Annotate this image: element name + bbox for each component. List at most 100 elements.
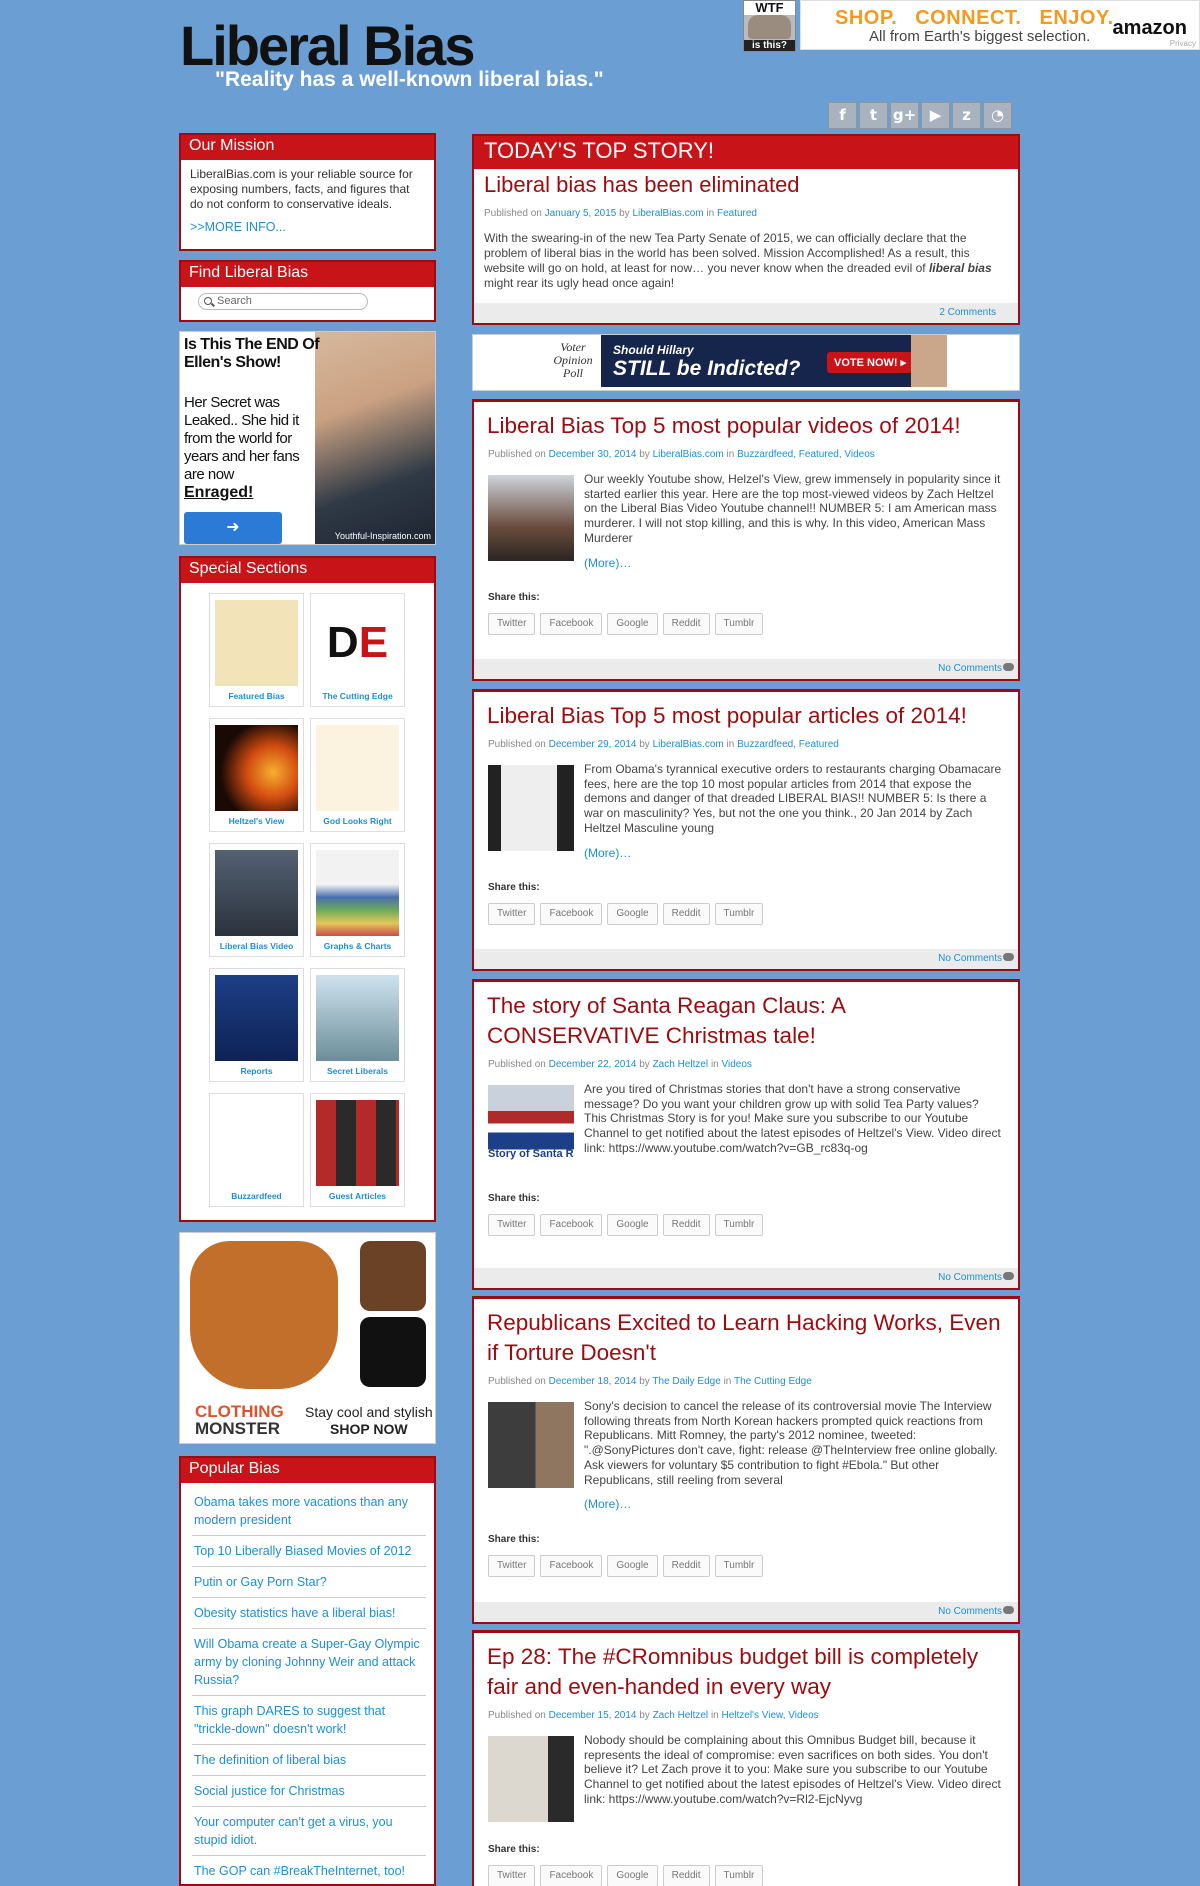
comments-link[interactable]: No Comments (474, 1268, 1018, 1288)
share-label: Share this: (488, 1193, 540, 1204)
section-tile[interactable]: Buzzardfeed (209, 1093, 304, 1207)
youtube-icon[interactable]: ▶ (921, 102, 950, 129)
google-share-button[interactable]: Google (607, 903, 658, 926)
tumblr-share-button[interactable]: Tumblr (714, 1554, 764, 1577)
clothing-ad[interactable]: CLOTHING MONSTER Stay cool and stylish SHO… (179, 1232, 436, 1444)
twitter-share-button[interactable]: Twitter (488, 903, 536, 926)
facebook-share-button[interactable]: Facebook (540, 903, 603, 926)
post-title[interactable]: Liberal Bias Top 5 most popular videos o… (474, 402, 1018, 441)
facebook-share-button[interactable]: Facebook (540, 1214, 603, 1236)
reddit-share-button[interactable]: Reddit (662, 1865, 710, 1886)
post: The story of Santa Reagan Claus: A CONSE… (472, 979, 1020, 1290)
post-thumbnail[interactable] (488, 765, 574, 851)
post-thumbnail[interactable]: Story of Santa R. C (488, 1085, 574, 1171)
amazon-ad[interactable]: SHOP. CONNECT. ENJOY. All from Earth's b… (800, 0, 1200, 50)
google-plus-icon[interactable]: g+ (890, 102, 919, 129)
popular-item: The definition of liberal bias (192, 1745, 426, 1776)
post-text: Sony's decision to cancel the release of… (584, 1399, 998, 1487)
section-tile[interactable]: Liberal Bias Video (209, 843, 304, 957)
more-link[interactable]: (More)… (584, 1497, 1004, 1512)
section-tile[interactable]: Featured Bias (209, 593, 304, 707)
tumblr-share-button[interactable]: Tumblr (714, 1214, 764, 1236)
tumblr-share-button[interactable]: Tumblr (714, 903, 764, 926)
twitter-share-button[interactable]: Twitter (488, 613, 536, 636)
popular-item: Obama takes more vacations than any mode… (192, 1487, 426, 1536)
google-share-button[interactable]: Google (607, 613, 658, 636)
reddit-share-button[interactable]: Reddit (662, 1214, 710, 1236)
guest-articles-image (316, 1100, 399, 1186)
tumblr-share-button[interactable]: Tumblr (714, 1865, 764, 1886)
post-title[interactable]: Liberal bias has been eliminated (474, 169, 1018, 198)
mission-text: LiberalBias.com is your reliable source … (190, 167, 413, 211)
google-share-button[interactable]: Google (607, 1214, 658, 1236)
chart-image (316, 850, 399, 936)
widget-heading: Popular Bias (181, 1458, 434, 1483)
section-tile[interactable]: Reports (209, 968, 304, 1082)
arrow-right-icon[interactable]: ➜ (184, 512, 282, 544)
section-tile[interactable]: Secret Liberals (310, 968, 405, 1082)
hillary-poll-ad[interactable]: Voter Opinion Poll Should Hillary STILL … (472, 334, 1020, 391)
popular-widget: Popular Bias Obama takes more vacations … (179, 1456, 436, 1886)
rss-icon[interactable]: ◔ (983, 102, 1012, 129)
ad-body: Her Secret was Leaked.. She hid it from … (184, 394, 300, 483)
facebook-icon[interactable]: f (828, 102, 857, 129)
more-info-link[interactable]: >>MORE INFO... (190, 220, 425, 235)
post-meta: Published on December 29, 2014 by Libera… (488, 739, 839, 750)
post-thumbnail[interactable] (488, 475, 574, 561)
post: Republicans Excited to Learn Hacking Wor… (472, 1296, 1020, 1624)
wtf-ad[interactable]: WTF is this? (743, 0, 796, 52)
facebook-share-button[interactable]: Facebook (540, 1865, 603, 1886)
share-buttons: Twitter Facebook Google Reddit Tumblr (474, 1855, 1018, 1886)
section-tile[interactable]: Guest Articles (310, 1093, 405, 1207)
more-link[interactable]: (More)… (584, 846, 1004, 861)
twitter-share-button[interactable]: Twitter (488, 1554, 536, 1577)
search-input[interactable]: Search (198, 293, 368, 310)
twitter-icon[interactable]: t (859, 102, 888, 129)
twitter-share-button[interactable]: Twitter (488, 1214, 536, 1236)
facebook-share-button[interactable]: Facebook (540, 1554, 603, 1577)
site-tagline: "Reality has a well-known liberal bias." (215, 68, 604, 91)
post-thumbnail[interactable] (488, 1736, 574, 1822)
comments-link[interactable]: No Comments (474, 1602, 1018, 1622)
twitter-share-button[interactable]: Twitter (488, 1865, 536, 1886)
share-label: Share this: (488, 882, 540, 894)
facebook-share-button[interactable]: Facebook (540, 613, 603, 636)
post-title[interactable]: Liberal Bias Top 5 most popular articles… (474, 692, 1018, 731)
comments-link[interactable]: 2 Comments (474, 303, 1018, 323)
post-title[interactable]: Republicans Excited to Learn Hacking Wor… (474, 1299, 1018, 1368)
section-tile[interactable]: DE The Cutting Edge (310, 593, 405, 707)
ellen-ad[interactable]: Youthful-Inspiration.com Is This The END… (179, 331, 436, 545)
comments-link[interactable]: No Comments (474, 659, 1018, 679)
explosion-image (215, 725, 298, 811)
post: Liberal Bias Top 5 most popular videos o… (472, 399, 1020, 681)
post-thumbnail[interactable] (488, 1402, 574, 1488)
ad-headline: Is This The END Of Ellen's Show! (184, 336, 320, 371)
google-share-button[interactable]: Google (607, 1865, 658, 1886)
widget-heading: Our Mission (181, 135, 434, 160)
post-title[interactable]: Ep 28: The #CRomnibus budget bill is com… (474, 1633, 1018, 1702)
video-image (215, 850, 298, 936)
vote-now-button[interactable]: VOTE NOW! ▸ (827, 352, 914, 373)
section-tile[interactable]: God Looks Right (310, 718, 405, 832)
share-label: Share this: (488, 1533, 540, 1545)
site-logo[interactable]: Liberal Bias (180, 18, 475, 74)
ad-brand: CLOTHING MONSTER (195, 1402, 284, 1438)
reddit-share-button[interactable]: Reddit (662, 903, 710, 926)
reddit-share-button[interactable]: Reddit (662, 613, 710, 636)
section-tile[interactable]: Graphs & Charts (310, 843, 405, 957)
post-title[interactable]: The story of Santa Reagan Claus: A CONSE… (474, 982, 1018, 1051)
more-link[interactable]: (More)… (584, 556, 1004, 571)
popular-item: This graph DARES to suggest that "trickl… (192, 1696, 426, 1745)
popular-item: Will Obama create a Super-Gay Olympic ar… (192, 1629, 426, 1696)
post-text: Our weekly Youtube show, Helzel's View, … (584, 472, 1001, 545)
google-share-button[interactable]: Google (607, 1554, 658, 1577)
section-tile[interactable]: Heltzel's View (209, 718, 304, 832)
reddit-share-button[interactable]: Reddit (662, 1554, 710, 1577)
share-label: Share this: (488, 1844, 540, 1855)
tumblr-share-button[interactable]: Tumblr (714, 613, 764, 636)
zemanta-icon[interactable]: z (952, 102, 981, 129)
share-buttons: Twitter Facebook Google Reddit Tumblr (474, 1545, 1018, 1577)
de-logo: DE (316, 600, 399, 686)
comments-link[interactable]: No Comments (474, 949, 1018, 969)
ad-privacy-link[interactable]: Privacy (1170, 39, 1196, 48)
